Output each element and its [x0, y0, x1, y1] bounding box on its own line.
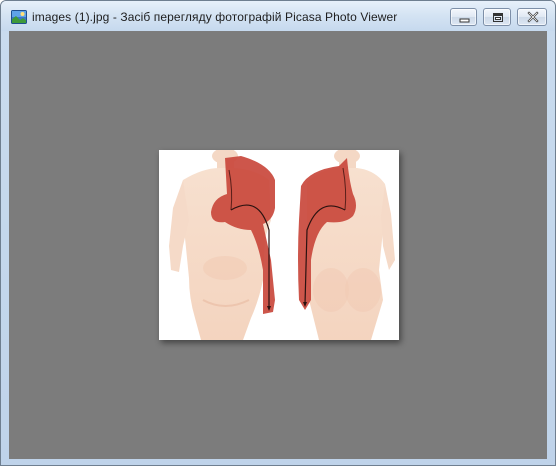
anatomy-illustration	[159, 148, 399, 340]
minimize-icon	[459, 18, 470, 23]
close-icon	[527, 11, 539, 23]
photo-viewer-window: images (1).jpg - Засіб перегляду фотогра…	[0, 0, 556, 466]
maximize-icon	[493, 13, 503, 22]
image-viewport[interactable]	[9, 31, 547, 459]
close-button[interactable]	[517, 8, 547, 26]
maximize-button[interactable]	[483, 8, 511, 26]
picture-icon	[11, 10, 27, 24]
window-title: images (1).jpg - Засіб перегляду фотогра…	[32, 10, 398, 24]
minimize-button[interactable]	[450, 8, 477, 26]
title-bar[interactable]: images (1).jpg - Засіб перегляду фотогра…	[1, 1, 555, 31]
displayed-photo[interactable]	[159, 148, 399, 340]
